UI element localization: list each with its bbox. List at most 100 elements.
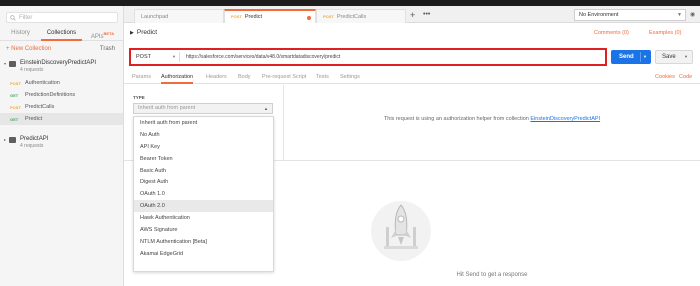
search-icon — [10, 14, 16, 21]
auth-option[interactable]: AWS Signature — [134, 224, 273, 236]
chevron-down-icon[interactable]: ▼ — [643, 50, 647, 64]
method-badge: POST — [323, 14, 334, 19]
tab-apis-label: APIs — [90, 33, 104, 40]
request-subtabs: Params Authorization Headers Body Pre-re… — [124, 71, 700, 84]
tab-predict-calls[interactable]: POST PredictCalls — [316, 9, 406, 23]
environment-label: No Environment — [579, 12, 619, 18]
collection-link[interactable]: EinsteinDiscoveryPredictAPI — [530, 116, 600, 122]
auth-option[interactable]: Digest Auth — [134, 176, 273, 188]
send-button[interactable]: Send ▼ — [611, 50, 651, 64]
chevron-down-icon: ▾ — [4, 61, 7, 66]
request-name: Authentication — [25, 80, 60, 86]
collection-count: 4 requests — [20, 67, 44, 73]
sidebar: Filter History Collections APIsBETA + Ne… — [0, 6, 124, 286]
rocket-launch-illustration — [371, 201, 431, 261]
filter-input[interactable]: Filter — [6, 12, 118, 23]
subtab-params[interactable]: Params — [132, 71, 151, 84]
subtab-body[interactable]: Body — [238, 71, 251, 84]
request-name: Predict — [25, 116, 43, 122]
subtab-settings[interactable]: Settings — [340, 71, 360, 84]
subtab-tests[interactable]: Tests — [316, 71, 329, 84]
folder-icon — [9, 61, 17, 67]
subtab-authorization[interactable]: Authorization — [161, 71, 194, 84]
tab-label: PredictCalls — [336, 14, 367, 20]
request-tabs-bar: Launchpad POST Predict POST PredictCalls +… — [124, 6, 700, 23]
tab-launchpad[interactable]: Launchpad — [134, 9, 224, 23]
auth-message-text: This request is using an authorization h… — [383, 116, 529, 122]
subtab-pre-request-script[interactable]: Pre-request Script — [262, 71, 306, 84]
request-authentication[interactable]: POST Authentication — [0, 77, 123, 89]
method-badge: POST — [10, 104, 21, 110]
request-name: PredictCalls — [25, 104, 55, 110]
send-label: Send — [619, 54, 634, 60]
tab-label: Predict — [244, 14, 263, 20]
auth-option[interactable]: API Key — [134, 141, 273, 153]
auth-option[interactable]: No Auth — [134, 129, 273, 141]
chevron-down-icon: ▼ — [172, 54, 176, 59]
unsaved-dot-icon — [307, 16, 311, 20]
code-link[interactable]: Code — [679, 71, 692, 83]
request-predict[interactable]: GET Predict — [0, 113, 123, 125]
filter-placeholder: Filter — [19, 14, 33, 21]
new-collection-button[interactable]: + New Collection — [6, 46, 51, 52]
request-title-row: ▶ Predict Comments (0) Examples (0) — [124, 28, 700, 40]
auth-helper-message: This request is using an authorization h… — [284, 116, 700, 122]
auth-option[interactable]: Hawk Authentication — [134, 212, 273, 224]
send-divider — [640, 52, 641, 62]
tab-predict[interactable]: POST Predict — [224, 9, 316, 23]
collection-predictapi[interactable]: ▸ PredictAPI 4 requests — [0, 135, 123, 150]
auth-option[interactable]: OAuth 1.0 — [134, 188, 273, 200]
url-bar-highlight: POST ▼ https://salesforce.com/services/da… — [129, 48, 607, 66]
method-badge: POST — [231, 14, 242, 19]
environment-select[interactable]: No Environment ▼ — [574, 9, 686, 21]
auth-option[interactable]: Bearer Token — [134, 153, 273, 165]
method-badge: POST — [10, 80, 21, 86]
subtab-headers[interactable]: Headers — [206, 71, 227, 84]
caret-up-icon: ▲ — [264, 106, 268, 111]
collection-name: PredictAPI — [20, 136, 49, 142]
auth-option-hovered[interactable]: OAuth 2.0 — [134, 200, 273, 213]
trash-button[interactable]: Trash — [100, 46, 115, 52]
auth-option[interactable]: Basic Auth — [134, 165, 273, 177]
method-badge: GET — [10, 116, 19, 122]
auth-type-value: Inherit auth from parent — [138, 105, 196, 111]
request-name: PredictionDefinitions — [25, 92, 76, 98]
cookies-link[interactable]: Cookies — [655, 71, 675, 83]
tab-apis[interactable]: APIsBETA — [82, 26, 123, 41]
chevron-down-icon: ▼ — [677, 12, 682, 18]
method-select[interactable]: POST ▼ — [133, 52, 180, 62]
save-button[interactable]: Save ▼ — [655, 50, 693, 64]
tab-label: Launchpad — [141, 14, 169, 20]
auth-type-select[interactable]: Inherit auth from parent ▲ — [133, 103, 273, 114]
examples-link[interactable]: Examples (0) — [649, 28, 681, 38]
auth-option[interactable]: Inherit auth from parent — [134, 117, 273, 129]
hit-send-hint: Hit Send to get a response — [456, 272, 528, 278]
request-prediction-definitions[interactable]: GET PredictionDefinitions — [0, 89, 123, 101]
eye-icon[interactable]: ◉ — [690, 11, 695, 18]
auth-type-dropdown: Inherit auth from parent No Auth API Key… — [133, 116, 274, 272]
method-badge: GET — [10, 92, 19, 98]
more-tabs-icon[interactable]: ••• — [423, 9, 430, 21]
collection-name: EinsteinDiscoveryPredictAPI — [20, 60, 97, 66]
save-label: Save — [662, 54, 676, 60]
request-title-text: Predict — [136, 29, 158, 36]
comments-link[interactable]: Comments (0) — [594, 28, 629, 38]
beta-badge: BETA — [103, 30, 115, 36]
collection-einstein[interactable]: ▾ EinsteinDiscoveryPredictAPI 4 requests… — [0, 59, 123, 125]
caret-right-icon: ▶ — [130, 30, 134, 36]
url-input[interactable]: https://salesforce.com/services/data/v48… — [186, 52, 340, 62]
collection-count: 4 requests — [20, 143, 44, 149]
method-label: POST — [136, 54, 151, 60]
chevron-down-icon[interactable]: ▼ — [684, 51, 688, 63]
type-label: TYPE — [133, 95, 145, 100]
tab-history[interactable]: History — [0, 26, 41, 41]
tab-collections[interactable]: Collections — [41, 26, 82, 41]
new-tab-plus-icon[interactable]: + — [410, 9, 415, 21]
request-predict-calls[interactable]: POST PredictCalls — [0, 101, 123, 113]
auth-option[interactable]: NTLM Authentication [Beta] — [134, 236, 273, 248]
sidebar-tabs: History Collections APIsBETA — [0, 26, 123, 41]
request-title[interactable]: ▶ Predict — [130, 28, 157, 38]
folder-icon — [9, 137, 17, 143]
chevron-right-icon: ▸ — [4, 137, 7, 142]
auth-option[interactable]: Akamai EdgeGrid — [134, 248, 273, 260]
